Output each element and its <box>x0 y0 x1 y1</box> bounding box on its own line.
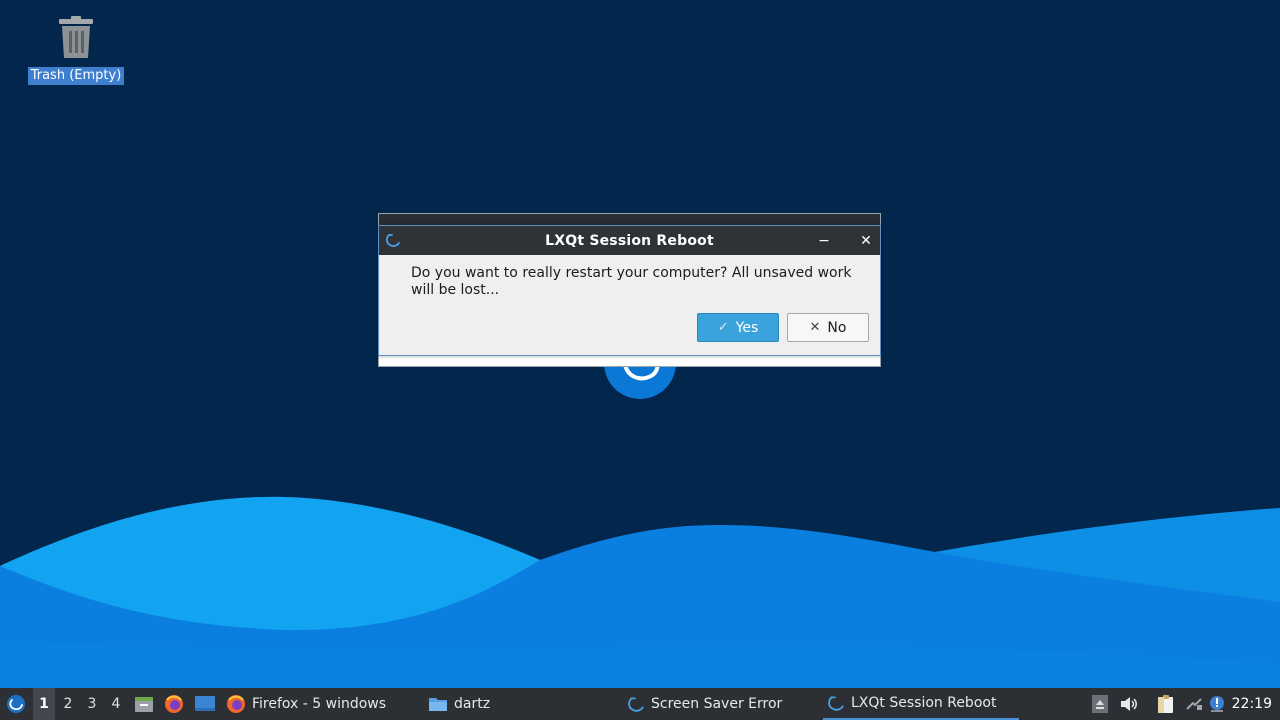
trash-icon <box>56 16 96 60</box>
close-icon: ✕ <box>860 232 872 249</box>
eject-icon <box>1092 695 1108 713</box>
desktop-switch-3[interactable]: 3 <box>81 688 103 720</box>
firefox-icon <box>165 695 183 713</box>
minimize-button[interactable]: − <box>813 230 835 251</box>
firefox-icon <box>227 695 245 713</box>
taskbar-panel: 1 2 3 4 Firefox - 5 windows dartz Screen… <box>0 688 1280 720</box>
file-manager-icon <box>135 697 153 712</box>
show-desktop-icon <box>195 696 215 711</box>
lxqt-menu-icon <box>7 695 25 713</box>
dialog-title: LXQt Session Reboot <box>545 232 714 249</box>
task-label: LXQt Session Reboot <box>851 695 997 711</box>
tray-notification[interactable] <box>1207 688 1227 720</box>
dialog-titlebar[interactable]: LXQt Session Reboot − ✕ <box>379 226 880 255</box>
tray-clipboard[interactable] <box>1155 688 1177 720</box>
desktop-switch-2[interactable]: 2 <box>57 688 79 720</box>
lxqt-icon <box>628 697 644 712</box>
main-menu-button[interactable] <box>4 688 28 720</box>
minimize-icon: − <box>818 232 830 249</box>
reboot-dialog: LXQt Session Reboot − ✕ Do you want to r… <box>378 225 881 356</box>
yes-button[interactable]: ✓ Yes <box>697 313 779 342</box>
lxqt-icon <box>828 696 844 711</box>
tray-eject[interactable] <box>1090 688 1110 720</box>
yes-button-label: Yes <box>735 319 759 336</box>
clock[interactable]: 22:19 <box>1232 688 1272 720</box>
task-lxqt-session-reboot[interactable]: LXQt Session Reboot <box>823 688 1019 720</box>
quicklaunch-file-manager[interactable] <box>133 688 155 720</box>
tray-network[interactable] <box>1184 688 1204 720</box>
tray-volume[interactable] <box>1118 688 1140 720</box>
task-label: dartz <box>454 696 491 712</box>
lxqt-icon <box>385 232 401 252</box>
x-icon: ✕ <box>809 320 821 335</box>
no-button[interactable]: ✕ No <box>787 313 869 342</box>
desktop-switch-1[interactable]: 1 <box>33 688 55 720</box>
desktop-switch-4[interactable]: 4 <box>105 688 127 720</box>
folder-icon <box>429 698 447 711</box>
task-screen-saver-error[interactable]: Screen Saver Error <box>627 688 782 720</box>
task-label: Screen Saver Error <box>651 696 783 712</box>
no-button-label: No <box>827 319 847 336</box>
desktop-icon-label: Trash (Empty) <box>27 67 125 85</box>
quicklaunch-firefox[interactable] <box>163 688 185 720</box>
network-icon <box>1186 698 1202 710</box>
task-dartz[interactable]: dartz <box>428 688 490 720</box>
task-firefox[interactable]: Firefox - 5 windows <box>226 688 386 720</box>
desktop-icon-trash[interactable]: Trash (Empty) <box>26 16 126 85</box>
task-label: Firefox - 5 windows <box>252 696 387 712</box>
clipboard-icon <box>1158 695 1173 713</box>
volume-icon <box>1121 697 1137 711</box>
quicklaunch-show-desktop[interactable] <box>193 688 217 720</box>
checkmark-icon: ✓ <box>717 320 729 335</box>
close-button[interactable]: ✕ <box>855 230 877 251</box>
notification-icon <box>1210 696 1224 712</box>
dialog-message: Do you want to really restart your compu… <box>411 265 852 298</box>
